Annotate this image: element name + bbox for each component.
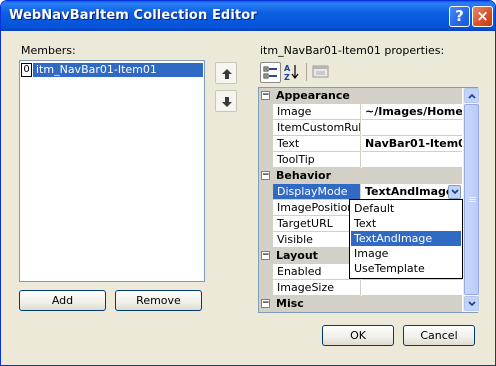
property-row[interactable]: ItemCustomRules xyxy=(259,120,462,136)
category-name: Behavior xyxy=(276,169,332,182)
property-pages-icon xyxy=(312,65,329,78)
scrollbar-thumb[interactable] xyxy=(464,104,479,295)
add-button[interactable]: Add xyxy=(19,290,106,311)
property-name: Visible xyxy=(273,232,361,248)
category-name: Appearance xyxy=(276,89,350,102)
scroll-up-button[interactable] xyxy=(464,88,479,103)
combo-dropdown-button[interactable] xyxy=(448,185,461,199)
window-title: WebNavBarItem Collection Editor xyxy=(9,8,257,23)
property-name: ImagePosition xyxy=(273,200,361,216)
row-gutter xyxy=(259,232,273,248)
property-row[interactable]: ToolTip xyxy=(259,152,462,168)
property-name: ItemCustomRules xyxy=(273,120,361,136)
row-gutter xyxy=(259,216,273,232)
categorized-button[interactable] xyxy=(260,62,281,83)
property-value[interactable] xyxy=(362,120,462,136)
category-name: Layout xyxy=(276,249,318,262)
collapse-icon[interactable]: − xyxy=(261,299,270,308)
dropdown-option[interactable]: UseTemplate xyxy=(351,261,461,276)
up-arrow-icon xyxy=(222,69,232,79)
row-gutter xyxy=(259,264,273,280)
dropdown-option[interactable]: Image xyxy=(351,246,461,261)
property-value[interactable]: NavBar01-Item01 xyxy=(362,136,462,152)
cancel-button[interactable]: Cancel xyxy=(403,325,475,346)
help-button[interactable]: ? xyxy=(449,6,470,27)
row-gutter xyxy=(259,280,273,296)
properties-label: itm_NavBar01-Item01 properties: xyxy=(260,44,445,57)
categorized-icon xyxy=(263,66,277,79)
member-name: itm_NavBar01-Item01 xyxy=(33,63,203,77)
property-name: ImageSize xyxy=(273,280,361,296)
category-name: Misc xyxy=(276,297,304,310)
category-behavior[interactable]: − Behavior xyxy=(259,168,462,184)
property-row-selected[interactable]: DisplayMode TextAndImage xyxy=(259,184,462,200)
ok-button[interactable]: OK xyxy=(322,325,394,346)
thumb-grip xyxy=(469,199,476,200)
property-name: TargetURL xyxy=(273,216,361,232)
vertical-scrollbar[interactable] xyxy=(463,88,479,312)
svg-text:Z: Z xyxy=(284,73,290,81)
collapse-icon[interactable]: − xyxy=(261,251,270,260)
members-list[interactable]: 0 itm_NavBar01-Item01 xyxy=(19,60,205,282)
property-name: Image xyxy=(273,104,361,120)
collapse-icon[interactable]: − xyxy=(261,171,270,180)
title-bar[interactable]: WebNavBarItem Collection Editor ? × xyxy=(1,1,495,31)
row-gutter xyxy=(259,136,273,152)
category-misc[interactable]: − Misc xyxy=(259,296,462,312)
category-appearance[interactable]: − Appearance xyxy=(259,88,462,104)
move-down-button[interactable] xyxy=(215,90,237,112)
row-gutter xyxy=(259,152,273,168)
list-item[interactable]: 0 itm_NavBar01-Item01 xyxy=(21,63,203,77)
property-name: Enabled xyxy=(273,264,361,280)
alphabetical-icon: A Z xyxy=(284,64,299,82)
svg-text:A: A xyxy=(284,64,291,73)
property-name: Text xyxy=(273,136,361,152)
scroll-down-button[interactable] xyxy=(464,296,479,311)
collapse-icon[interactable]: − xyxy=(261,91,270,100)
property-value[interactable] xyxy=(362,280,462,296)
property-row[interactable]: Text NavBar01-Item01 xyxy=(259,136,462,152)
collection-editor-window: WebNavBarItem Collection Editor ? × Memb… xyxy=(0,0,496,366)
row-gutter xyxy=(259,200,273,216)
dropdown-option[interactable]: Text xyxy=(351,216,461,231)
property-row[interactable]: ImageSize xyxy=(259,280,462,296)
down-arrow-icon xyxy=(222,97,232,107)
dropdown-option[interactable]: Default xyxy=(351,201,461,216)
move-up-button[interactable] xyxy=(215,62,237,84)
alphabetical-button[interactable]: A Z xyxy=(282,62,303,83)
chevron-down-icon xyxy=(468,301,476,307)
remove-button[interactable]: Remove xyxy=(115,290,202,311)
thumb-grip xyxy=(469,201,476,202)
property-row[interactable]: Image ~/Images/Home.g xyxy=(259,104,462,120)
row-gutter xyxy=(259,184,273,200)
dropdown-option-selected[interactable]: TextAndImage xyxy=(351,231,461,246)
display-mode-dropdown[interactable]: Default Text TextAndImage Image UseTempl… xyxy=(349,199,463,279)
property-value[interactable]: ~/Images/Home.g xyxy=(362,104,462,120)
close-button[interactable]: × xyxy=(472,6,493,27)
property-value[interactable] xyxy=(362,152,462,168)
chevron-down-icon xyxy=(451,189,459,195)
display-mode-combo[interactable]: TextAndImage xyxy=(362,184,462,200)
member-index: 0 xyxy=(21,63,32,77)
property-name: ToolTip xyxy=(273,152,361,168)
row-gutter xyxy=(259,120,273,136)
chevron-up-icon xyxy=(468,93,476,99)
row-gutter xyxy=(259,104,273,120)
thumb-grip xyxy=(469,197,476,198)
property-pages-button[interactable] xyxy=(311,62,332,83)
toolbar-separator xyxy=(306,63,307,81)
property-name: DisplayMode xyxy=(273,184,361,200)
members-label: Members: xyxy=(21,44,76,57)
